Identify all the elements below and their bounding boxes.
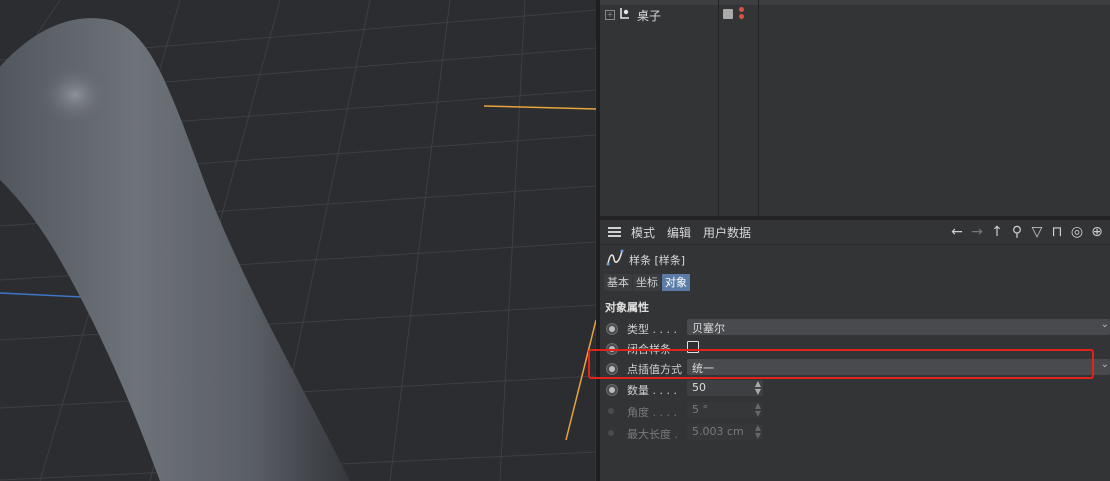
tab-bar: 基本 坐标 对象 [604,274,691,291]
spline-segment [483,105,596,110]
highlight-box [588,349,1094,379]
type-dropdown[interactable]: 贝塞尔 ⌄ [687,319,1110,335]
prop-max-length-label: 最大长度 . [627,428,678,441]
animate-icon [608,408,614,414]
column-divider [758,0,759,216]
filter-icon[interactable]: ▽ [1028,223,1046,241]
forward-arrow-icon[interactable]: → [968,223,986,241]
toolbar-icons: ← → ↑ ⚲ ▽ ⊓ ◎ ⊕ [948,223,1106,241]
animate-icon[interactable] [606,384,618,396]
back-arrow-icon[interactable]: ← [948,223,966,241]
column-divider [718,0,719,216]
prop-max-length: 最大长度 . 5.003 cm ▲ ▼ [600,424,1110,444]
angle-value: 5 ° [692,403,708,416]
tab-basic[interactable]: 基本 [604,274,632,291]
hamburger-menu-icon[interactable] [608,227,621,237]
menu-user-data[interactable]: 用户数据 [703,224,751,241]
expand-icon[interactable]: + [605,10,615,20]
right-panel: + 桌子 模式 编辑 用户数据 ← → ↑ ⚲ ▽ ⊓ ◎ ⊕ 样条 [样条] … [600,0,1110,481]
prop-count-label: 数量 . . . . [627,384,677,397]
object-title-text: 样条 [样条] [629,254,686,267]
tube-highlight [37,63,113,127]
angle-field: 5 ° ▲ ▼ [687,402,763,418]
menu-edit[interactable]: 编辑 [667,224,691,241]
object-manager: + 桌子 [600,0,1110,216]
stepper-icon[interactable]: ▲ ▼ [755,380,761,396]
tab-object[interactable]: 对象 [662,274,690,291]
max-length-field: 5.003 cm ▲ ▼ [687,424,763,440]
count-value: 50 [692,381,706,394]
object-row-partial [600,0,1110,5]
null-object-icon [620,8,629,19]
animate-icon [608,430,614,436]
axis-line-blue [0,292,83,298]
tab-coord[interactable]: 坐标 [633,274,661,291]
animate-icon[interactable] [606,323,618,335]
visibility-dots-icon[interactable] [739,7,745,21]
type-value: 贝塞尔 [692,322,725,335]
search-icon[interactable]: ⚲ [1008,223,1026,241]
spline-icon [606,249,624,266]
spline-segment-2 [565,319,596,441]
up-arrow-icon[interactable]: ↑ [988,223,1006,241]
prop-type: 类型 . . . . 贝塞尔 ⌄ [600,319,1110,339]
lock-icon[interactable]: ⊓ [1048,223,1066,241]
section-title: 对象属性 [605,301,649,314]
prop-angle: 角度 . . . . 5 ° ▲ ▼ [600,402,1110,422]
layer-icon[interactable] [723,9,733,19]
add-icon[interactable]: ⊕ [1088,223,1106,241]
chevron-down-icon: ⌄ [1100,319,1109,330]
prop-count: 数量 . . . . 50 ▲ ▼ [600,380,1110,400]
max-length-value: 5.003 cm [692,425,744,438]
stepper-icon: ▲ ▼ [754,423,761,440]
object-name[interactable]: 桌子 [637,7,661,24]
count-field[interactable]: 50 ▲ ▼ [687,380,763,396]
attribute-toolbar: 模式 编辑 用户数据 ← → ↑ ⚲ ▽ ⊓ ◎ ⊕ [600,220,1110,245]
chevron-down-icon: ⌄ [1100,359,1109,370]
viewport-3d[interactable] [0,0,596,481]
prop-angle-label: 角度 . . . . [627,406,677,419]
viewport-scene [0,0,596,481]
object-row-table[interactable]: + 桌子 [600,6,1110,24]
menu-mode[interactable]: 模式 [631,224,655,241]
target-icon[interactable]: ◎ [1068,223,1086,241]
stepper-icon: ▲ ▼ [754,401,761,418]
prop-type-label: 类型 . . . . [627,323,677,336]
